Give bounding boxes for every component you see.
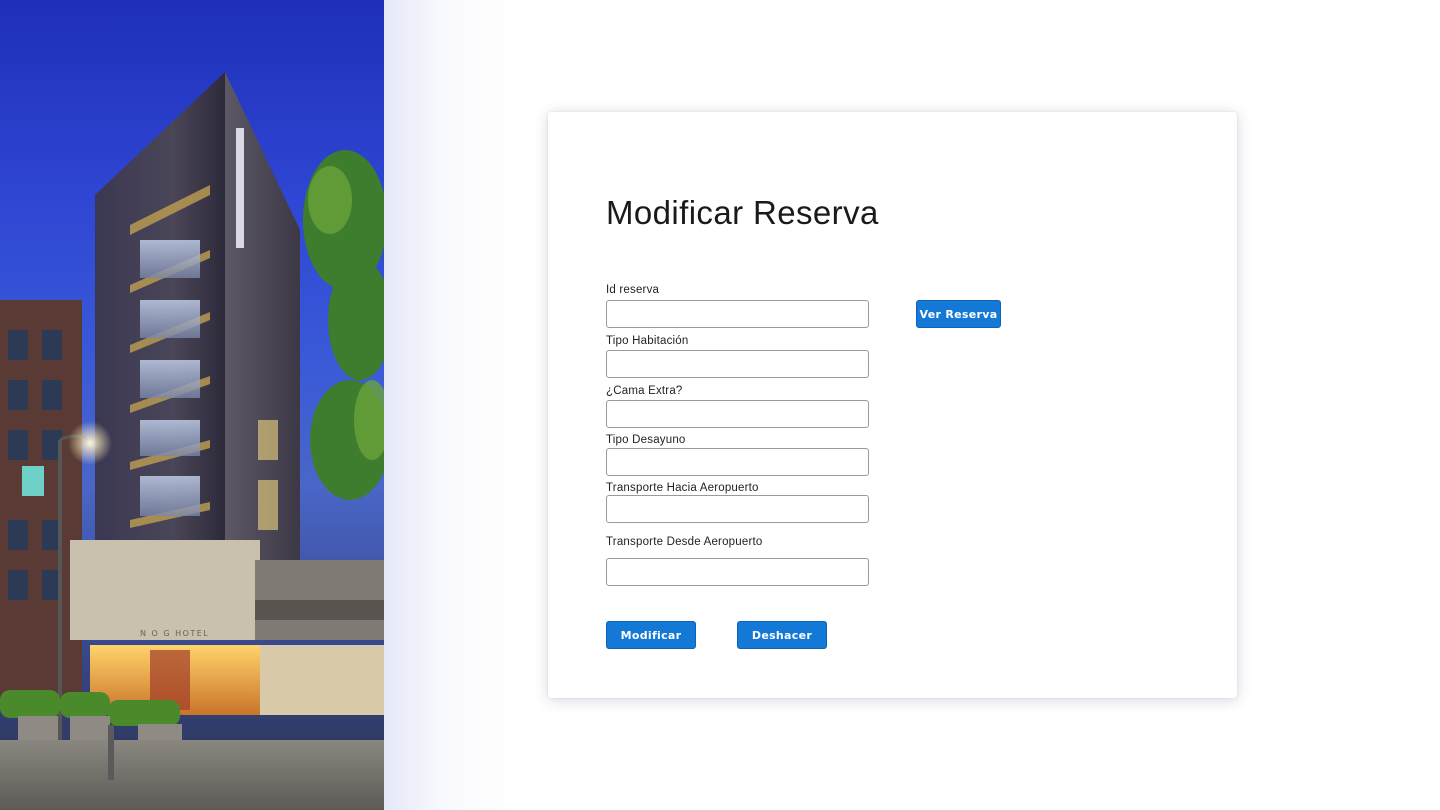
modify-reservation-card: Modificar Reserva Id reserva Ver Reserva… [548, 112, 1237, 698]
transporte-hacia-label: Transporte Hacia Aeropuerto [606, 482, 759, 494]
hotel-sign-text: N O G HOTEL [140, 629, 209, 638]
hotel-photo: N O G HOTEL [0, 0, 384, 810]
transporte-desde-input[interactable] [606, 558, 869, 586]
deshacer-button[interactable]: Deshacer [737, 621, 827, 649]
modificar-button[interactable]: Modificar [606, 621, 696, 649]
transporte-desde-label: Transporte Desde Aeropuerto [606, 536, 763, 548]
tipo-desayuno-label: Tipo Desayuno [606, 434, 686, 446]
tipo-desayuno-input[interactable] [606, 448, 869, 476]
tipo-habitacion-input[interactable] [606, 350, 869, 378]
cama-extra-input[interactable] [606, 400, 869, 428]
page: N O G HOTEL Modificar Reserva Id reserva… [0, 0, 1440, 810]
tipo-habitacion-label: Tipo Habitación [606, 335, 689, 347]
id-reserva-input[interactable] [606, 300, 869, 328]
photo-fade [384, 0, 524, 810]
transporte-hacia-input[interactable] [606, 495, 869, 523]
page-title: Modificar Reserva [606, 194, 879, 231]
hotel-illustration: N O G HOTEL [0, 72, 384, 810]
cama-extra-label: ¿Cama Extra? [606, 385, 683, 397]
id-reserva-label: Id reserva [606, 284, 660, 296]
ver-reserva-button[interactable]: Ver Reserva [916, 300, 1001, 328]
